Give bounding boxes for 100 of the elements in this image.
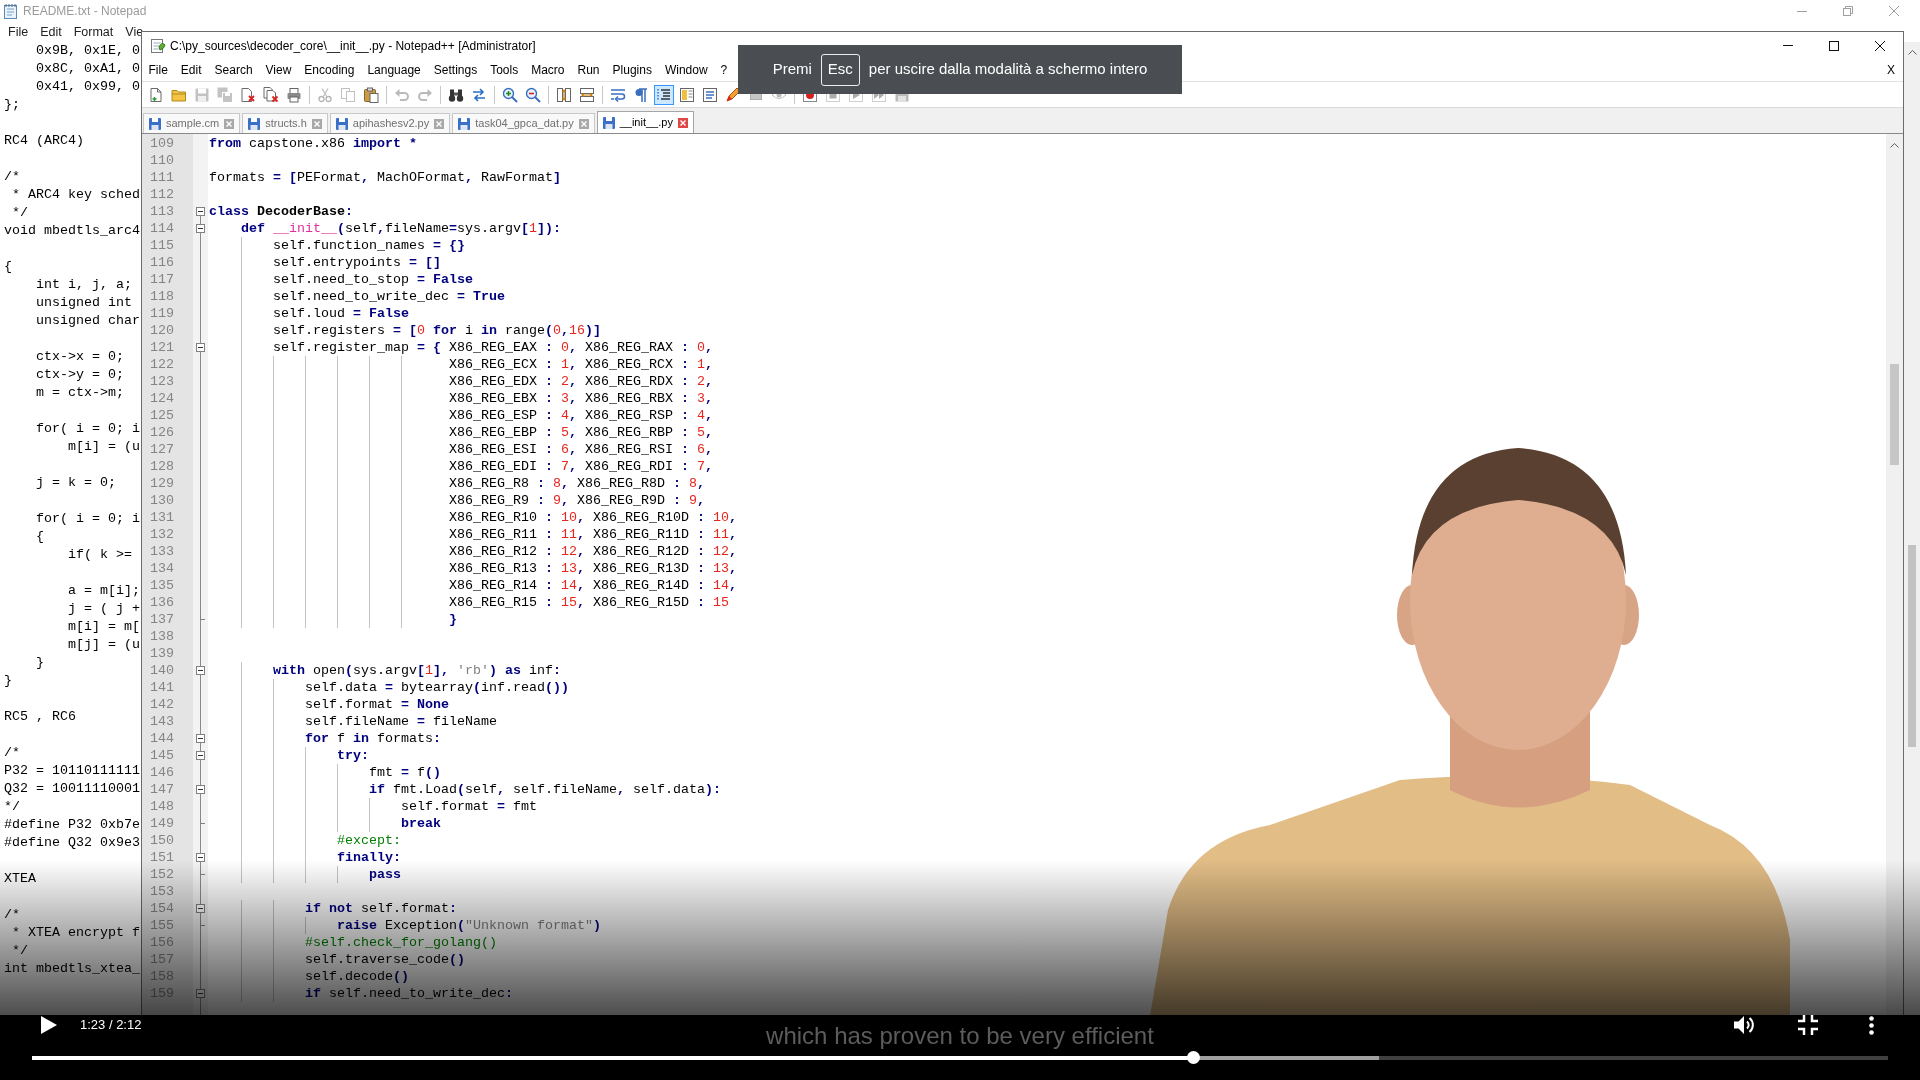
menu-item[interactable]: Search bbox=[208, 61, 260, 79]
menu-item[interactable]: Window bbox=[658, 61, 715, 79]
menu-item[interactable]: Macro bbox=[524, 61, 571, 79]
vertical-scrollbar[interactable] bbox=[1886, 134, 1903, 1015]
indent-guide-icon[interactable] bbox=[653, 84, 674, 105]
close-file-icon[interactable] bbox=[239, 86, 256, 103]
scrollbar-thumb[interactable] bbox=[1890, 364, 1899, 465]
code-line: self.decode() bbox=[305, 969, 409, 984]
close-files-icon[interactable] bbox=[262, 86, 279, 103]
menu-item[interactable]: Plugins bbox=[606, 61, 659, 79]
function-list-icon[interactable] bbox=[701, 86, 718, 103]
vertical-scrollbar[interactable] bbox=[1904, 42, 1920, 1016]
close-document-button[interactable]: X bbox=[1887, 61, 1895, 79]
text-line: m = ctx->m; bbox=[36, 385, 124, 400]
line-number: 136 bbox=[150, 594, 174, 611]
text-line: ctx->x = 0; bbox=[36, 349, 124, 364]
sync-scroll-vertical-icon[interactable] bbox=[555, 86, 572, 103]
minus-box-icon[interactable] bbox=[196, 785, 205, 794]
menu-item[interactable]: File bbox=[142, 61, 175, 79]
progress-handle[interactable] bbox=[1187, 1051, 1201, 1064]
line-number: 119 bbox=[150, 305, 174, 322]
line-number: 139 bbox=[150, 645, 174, 662]
line-number: 142 bbox=[150, 696, 174, 713]
zoom-in-icon[interactable] bbox=[501, 86, 518, 103]
menu-item[interactable]: Format bbox=[73, 22, 114, 42]
code-line: self.need_to_stop = False bbox=[273, 272, 473, 287]
menu-item[interactable]: File bbox=[8, 22, 29, 42]
word-wrap-icon[interactable] bbox=[609, 86, 626, 103]
line-number: 143 bbox=[150, 713, 174, 730]
line-number: 111 bbox=[150, 169, 174, 186]
menu-item[interactable]: Tools bbox=[483, 61, 525, 79]
code-line: X86_REG_R13 : 13, X86_REG_R13D : 13, bbox=[449, 561, 737, 576]
code-line: X86_REG_R10 : 10, X86_REG_R10D : 10, bbox=[449, 510, 737, 525]
line-number: 126 bbox=[150, 424, 174, 441]
text-line: Q32 = 10011110001 bbox=[4, 781, 140, 796]
minus-box-icon[interactable] bbox=[196, 224, 205, 233]
line-number: 144 bbox=[150, 730, 174, 747]
pilcrow-icon[interactable] bbox=[632, 86, 649, 103]
minus-box-icon[interactable] bbox=[196, 343, 205, 352]
line-number: 113 bbox=[150, 203, 174, 220]
zoom-out-icon[interactable] bbox=[524, 86, 541, 103]
menu-item[interactable]: Edit bbox=[40, 22, 62, 42]
printer-icon[interactable] bbox=[285, 86, 302, 103]
menu-item[interactable]: View bbox=[259, 61, 298, 79]
code-line: self.format = None bbox=[305, 697, 449, 712]
more-icon[interactable] bbox=[1869, 1015, 1874, 1035]
code-line: self.function_names = {} bbox=[273, 238, 465, 253]
volume-icon[interactable] bbox=[1734, 1015, 1756, 1035]
menu-item[interactable]: Run bbox=[571, 61, 607, 79]
text-line: RC5 , RC6 bbox=[4, 709, 76, 724]
text-line: for( i = 0; i bbox=[36, 421, 140, 436]
exit-fullscreen-icon[interactable] bbox=[1798, 1015, 1818, 1035]
text-line: void mbedtls_arc4 bbox=[4, 223, 140, 238]
line-number: 130 bbox=[150, 492, 174, 509]
minus-box-icon[interactable] bbox=[196, 666, 205, 675]
code-line: formats = [PEFormat, MachOFormat, RawFormat] bbox=[209, 170, 561, 185]
minus-box-icon[interactable] bbox=[196, 207, 205, 216]
menu-item[interactable]: Edit bbox=[174, 61, 209, 79]
sync-scroll-horizontal-icon[interactable] bbox=[578, 86, 595, 103]
line-number: 134 bbox=[150, 560, 174, 577]
menu-item[interactable]: Language bbox=[360, 61, 428, 79]
menu-item[interactable]: Encoding bbox=[297, 61, 361, 79]
text-line: m[i] = (u bbox=[68, 439, 140, 454]
document-map-icon[interactable] bbox=[678, 86, 695, 103]
swap-arrows-icon[interactable] bbox=[470, 86, 487, 103]
code-line: #self.check_for_golang() bbox=[305, 935, 497, 950]
line-number: 154 bbox=[150, 900, 174, 917]
code-line: X86_REG_R8 : 8, X86_REG_R8D : 8, bbox=[449, 476, 705, 491]
tab[interactable]: sample.cm bbox=[143, 113, 241, 133]
menu-item[interactable]: Settings bbox=[427, 61, 484, 79]
caret-up-icon[interactable] bbox=[1890, 143, 1899, 148]
code-line: finally: bbox=[337, 850, 401, 865]
scrollbar-thumb[interactable] bbox=[1908, 545, 1916, 747]
clipboard-icon[interactable] bbox=[362, 86, 379, 103]
minus-box-icon[interactable] bbox=[196, 853, 205, 862]
text-line: /* bbox=[4, 745, 20, 760]
key-label: Esc bbox=[820, 53, 860, 86]
minus-box-icon[interactable] bbox=[196, 734, 205, 743]
minus-box-icon[interactable] bbox=[196, 904, 205, 913]
restore-icon[interactable] bbox=[1843, 6, 1853, 16]
text-line: j = k = 0; bbox=[36, 475, 116, 490]
new-file-icon[interactable] bbox=[147, 86, 164, 103]
minus-box-icon[interactable] bbox=[196, 751, 205, 760]
code-line: self.entrypoints = [] bbox=[273, 255, 441, 270]
line-number: 153 bbox=[150, 883, 174, 900]
menu-item[interactable]: ? bbox=[714, 61, 734, 79]
minimize-icon[interactable] bbox=[1797, 10, 1807, 12]
line-number: 123 bbox=[150, 373, 174, 390]
tab[interactable]: apihashesv2.py bbox=[329, 113, 451, 133]
text-line: XTEA bbox=[4, 871, 36, 886]
tab[interactable]: task04_gpca_dat.py bbox=[452, 113, 595, 133]
tab[interactable]: __init__.py bbox=[596, 111, 694, 133]
play-icon[interactable] bbox=[41, 1016, 57, 1034]
progress-bar[interactable] bbox=[32, 1051, 1888, 1064]
code-line: X86_REG_R11 : 11, X86_REG_R11D : 11, bbox=[449, 527, 737, 542]
close-icon[interactable] bbox=[1875, 40, 1885, 51]
caret-up-icon[interactable] bbox=[1907, 50, 1917, 55]
text-line: /* bbox=[4, 907, 20, 922]
tab[interactable]: structs.h bbox=[242, 113, 328, 133]
maximize-icon[interactable] bbox=[1829, 40, 1839, 51]
